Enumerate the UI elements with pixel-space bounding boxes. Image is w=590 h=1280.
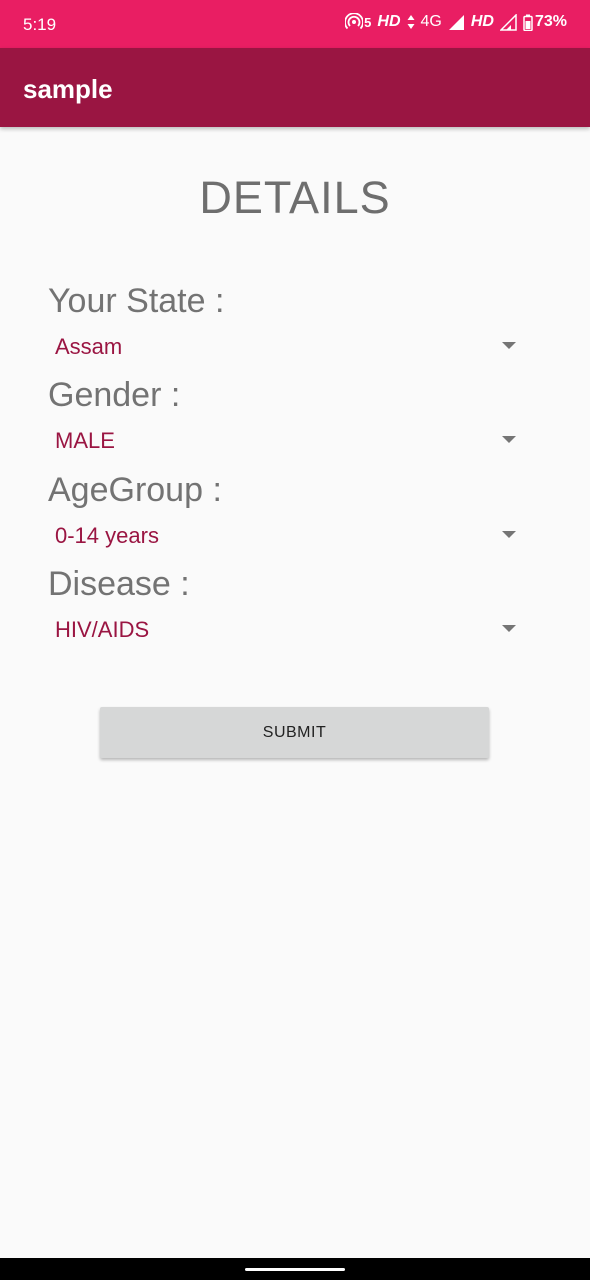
signal-full-icon [448,14,465,31]
gender-spinner[interactable]: MALE [48,418,528,464]
gender-label: Gender : [48,376,181,414]
hd-indicator: HD [377,13,401,30]
status-time: 5:19 [23,15,57,34]
battery-icon: 73% [523,13,567,31]
hd-indicator-2: HD [470,13,494,30]
state-spinner-value: Assam [55,334,123,359]
hotspot-icon: 5 [345,13,371,31]
submit-button[interactable]: SUBMIT [100,707,489,758]
agegroup-spinner[interactable]: 0-14 years [48,513,528,559]
hotspot-count: 5 [364,14,372,30]
dropdown-arrow-icon [502,436,516,443]
disease-label: Disease : [48,565,190,603]
agegroup-label: AgeGroup : [48,471,222,509]
network-type: 4G [420,13,442,30]
state-spinner[interactable]: Assam [48,324,528,370]
data-arrows-icon [407,14,415,30]
dropdown-arrow-icon [502,531,516,538]
disease-spinner-value: HIV/AIDS [55,617,150,642]
dropdown-arrow-icon [502,342,516,349]
navigation-bar [0,1258,590,1280]
battery-percentage: 73% [534,13,567,30]
status-icons: 5 HD 4G HD 73% [345,13,567,31]
agegroup-spinner-value: 0-14 years [55,523,159,548]
signal-partial-icon [499,13,517,31]
gender-spinner-value: MALE [55,428,115,453]
status-bar: 5:19 5 HD 4G HD 73% [0,0,590,48]
app-bar: sample [0,48,590,127]
state-label: Your State : [48,282,225,320]
dropdown-arrow-icon [502,625,516,632]
page-heading: DETAILS [199,172,391,223]
disease-spinner[interactable]: HIV/AIDS [48,607,528,653]
home-gesture-handle[interactable] [245,1268,345,1271]
app-title: sample [23,74,113,104]
